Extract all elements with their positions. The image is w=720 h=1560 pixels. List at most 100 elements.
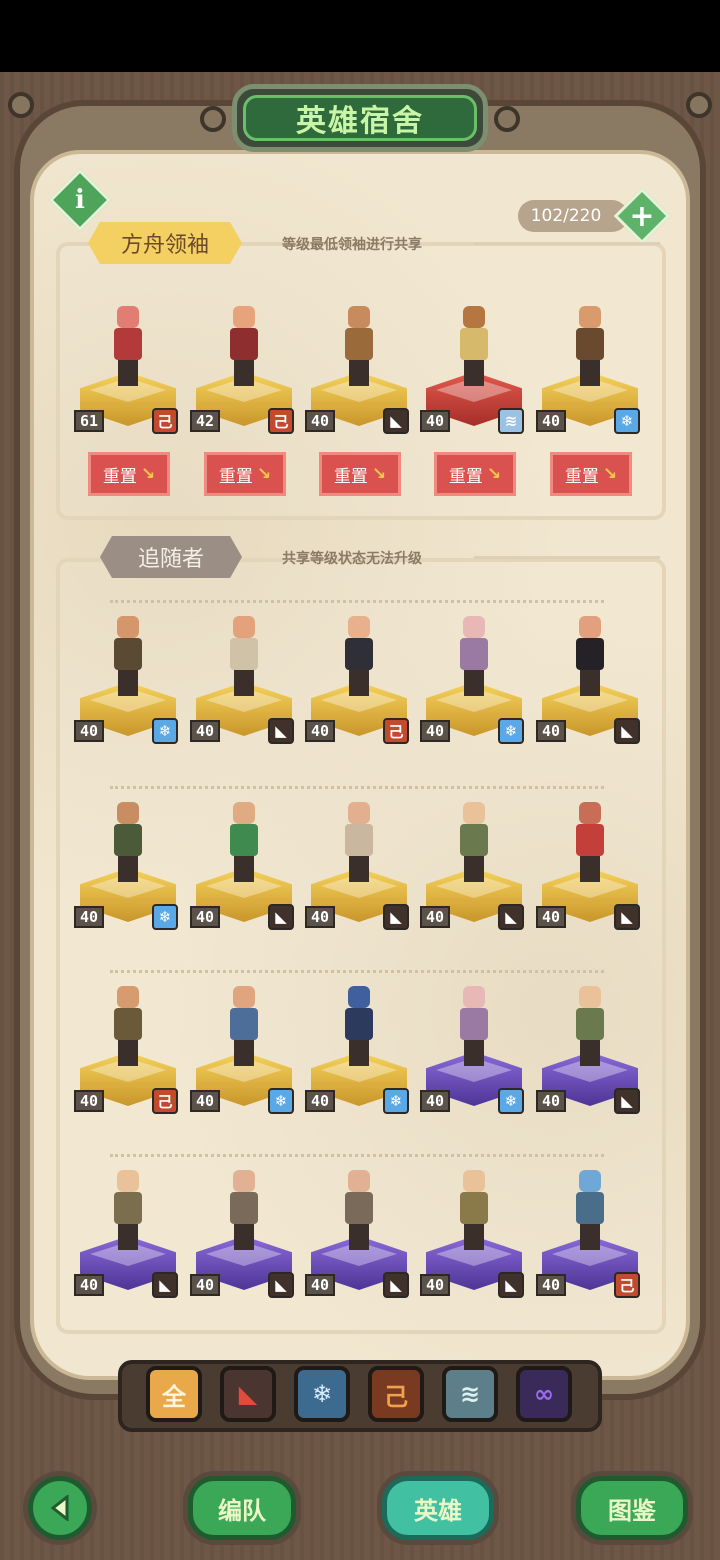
- hero-sprite: [454, 1166, 494, 1252]
- hero-level: 40: [74, 1274, 104, 1296]
- filter-all-button[interactable]: 全: [146, 1366, 202, 1422]
- hero-card[interactable]: 40 ❄: [420, 612, 528, 752]
- hero-sprite: [570, 612, 610, 698]
- codex-button[interactable]: 图鉴: [576, 1476, 688, 1540]
- hero-card[interactable]: 40 ❄: [74, 798, 182, 938]
- back-button[interactable]: [28, 1476, 92, 1540]
- hero-sprite: [339, 302, 379, 388]
- dark-faction-icon: ◣: [498, 904, 524, 930]
- hero-card[interactable]: 40 ◣: [190, 612, 298, 752]
- bolt-icon: [8, 92, 34, 118]
- reset-button[interactable]: 重置 ↘: [319, 452, 401, 496]
- hero-level: 40: [420, 1274, 450, 1296]
- hero-sprite: [224, 982, 264, 1068]
- leader-section-note: 等级最低领袖进行共享: [282, 237, 422, 253]
- page-title: 英雄宿舍: [232, 84, 488, 152]
- filter-infinity-button[interactable]: ∞: [516, 1366, 572, 1422]
- hero-card[interactable]: 40 ❄: [420, 982, 528, 1122]
- red-faction-icon: 己: [383, 718, 409, 744]
- arrow-down-icon: ↘: [486, 464, 502, 484]
- hero-sprite: [339, 982, 379, 1068]
- filter-stripe-faction-button[interactable]: ≋: [442, 1366, 498, 1422]
- reset-button[interactable]: 重置 ↘: [88, 452, 170, 496]
- divider: [474, 242, 660, 245]
- hero-card[interactable]: 40 ◣: [190, 1166, 298, 1306]
- hero-card[interactable]: 40 ❄: [74, 612, 182, 752]
- row-divider: [110, 786, 604, 789]
- ice-faction-icon: ❄: [311, 1380, 333, 1408]
- hero-level: 40: [536, 906, 566, 928]
- bolt-icon: [200, 106, 226, 132]
- hero-card[interactable]: 40 ≋: [420, 302, 528, 442]
- red-faction-icon: 己: [268, 408, 294, 434]
- hero-card[interactable]: 40 ◣: [305, 1166, 413, 1306]
- hero-level: 40: [305, 906, 335, 928]
- hero-level: 61: [74, 410, 104, 432]
- row-divider: [110, 970, 604, 973]
- hero-level: 40: [536, 720, 566, 742]
- hero-card[interactable]: 40 ◣: [536, 612, 644, 752]
- page-title-text: 英雄宿舍: [296, 104, 424, 139]
- hero-card[interactable]: 61 己: [74, 302, 182, 442]
- hero-sprite: [224, 302, 264, 388]
- filter-ice-faction-button[interactable]: ❄: [294, 1366, 350, 1422]
- hero-sprite: [339, 1166, 379, 1252]
- ice-faction-icon: ❄: [268, 1088, 294, 1114]
- hero-card[interactable]: 40 ❄: [536, 302, 644, 442]
- hero-level: 40: [74, 1090, 104, 1112]
- hero-card[interactable]: 40 己: [305, 612, 413, 752]
- hero-card[interactable]: 42 己: [190, 302, 298, 442]
- hero-card[interactable]: 40 ◣: [420, 1166, 528, 1306]
- dark-faction-icon: ◣: [268, 718, 294, 744]
- reset-button[interactable]: 重置 ↘: [204, 452, 286, 496]
- hero-card[interactable]: 40 ◣: [420, 798, 528, 938]
- hero-level: 40: [420, 720, 450, 742]
- ice-faction-icon: ❄: [498, 1088, 524, 1114]
- hero-level: 40: [536, 410, 566, 432]
- dark-faction-icon: ◣: [238, 1380, 258, 1408]
- hero-card[interactable]: 40 己: [74, 982, 182, 1122]
- heroes-button[interactable]: 英雄: [382, 1476, 494, 1540]
- hero-card[interactable]: 40 ◣: [305, 302, 413, 442]
- dark-faction-icon: ◣: [383, 1272, 409, 1298]
- hero-sprite: [454, 798, 494, 884]
- hero-card[interactable]: 40 ❄: [305, 982, 413, 1122]
- filter-label: 全: [162, 1382, 186, 1411]
- reset-button[interactable]: 重置 ↘: [550, 452, 632, 496]
- hero-sprite: [570, 982, 610, 1068]
- dark-faction-icon: ◣: [614, 718, 640, 744]
- red-faction-icon: 己: [152, 408, 178, 434]
- arrow-down-icon: ↘: [602, 464, 618, 484]
- hero-card[interactable]: 40 ◣: [536, 982, 644, 1122]
- follower-section-note: 共享等级状态无法升级: [282, 551, 422, 567]
- hero-sprite: [108, 798, 148, 884]
- hero-level: 40: [305, 410, 335, 432]
- hero-level: 40: [190, 720, 220, 742]
- filter-red-faction-button[interactable]: 己: [368, 1366, 424, 1422]
- hero-card[interactable]: 40 己: [536, 1166, 644, 1306]
- ice-faction-icon: ❄: [498, 718, 524, 744]
- hero-level: 40: [305, 1090, 335, 1112]
- hero-sprite: [339, 798, 379, 884]
- hero-card[interactable]: 40 ◣: [305, 798, 413, 938]
- leader-section-tag: 方舟领袖: [88, 222, 242, 264]
- hero-level: 40: [536, 1274, 566, 1296]
- hero-level: 40: [190, 906, 220, 928]
- filter-dark-faction-button[interactable]: ◣: [220, 1366, 276, 1422]
- hero-card[interactable]: 40 ❄: [190, 982, 298, 1122]
- hero-level: 40: [420, 410, 450, 432]
- info-icon: i: [75, 185, 85, 215]
- hero-level: 40: [74, 906, 104, 928]
- hero-card[interactable]: 40 ◣: [536, 798, 644, 938]
- dark-faction-icon: ◣: [383, 904, 409, 930]
- hero-card[interactable]: 40 ◣: [74, 1166, 182, 1306]
- dark-faction-icon: ◣: [268, 904, 294, 930]
- hero-card[interactable]: 40 ◣: [190, 798, 298, 938]
- hero-sprite: [570, 302, 610, 388]
- hero-level: 40: [420, 906, 450, 928]
- hero-level: 40: [536, 1090, 566, 1112]
- reset-button[interactable]: 重置 ↘: [434, 452, 516, 496]
- arrow-down-icon: ↘: [140, 464, 156, 484]
- hero-level: 40: [305, 720, 335, 742]
- team-button[interactable]: 编队: [188, 1476, 296, 1540]
